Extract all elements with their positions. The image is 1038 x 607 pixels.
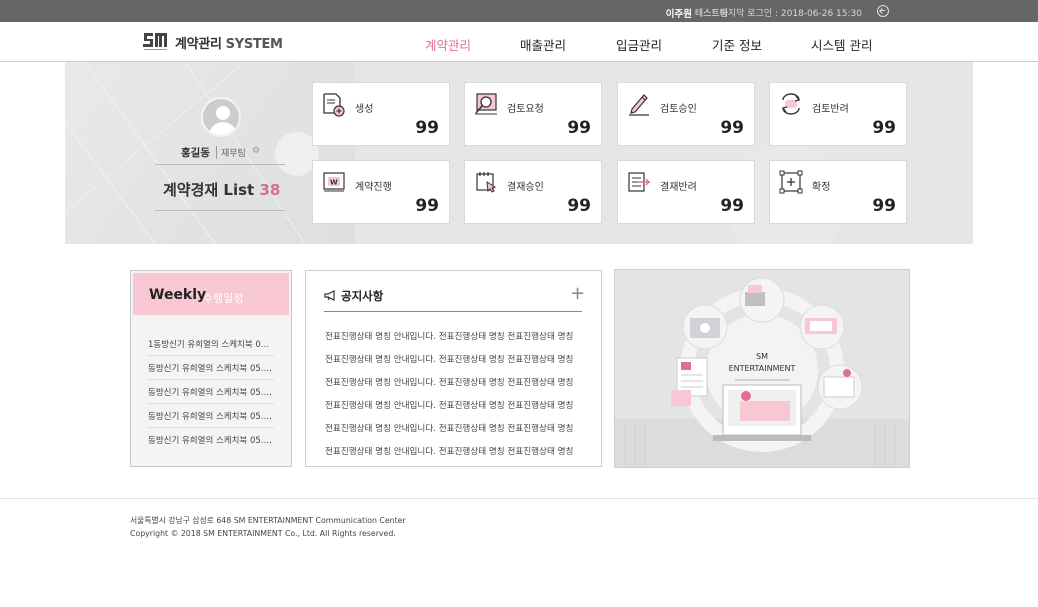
notice-panel: 공지사항 + 전표진행상태 명칭 안내입니다. 전표진행상태 명칭 전표진행상태… xyxy=(305,270,602,467)
card-label: 계약진행 xyxy=(355,182,392,193)
contract-list-title[interactable]: 계약경재 List 38 xyxy=(163,179,280,200)
top-bar: 이주원 테스트팀 마지막 로그인 : 2018-06-26 15:30 xyxy=(0,0,1038,22)
card-contract-progress[interactable]: W 계약진행 99 xyxy=(312,160,450,224)
card-create[interactable]: 생성 99 xyxy=(312,82,450,146)
list-return-icon xyxy=(628,172,651,192)
card-label: 생성 xyxy=(355,104,374,115)
card-count: 99 xyxy=(415,118,439,138)
card-count: 99 xyxy=(415,196,439,216)
notice-item[interactable]: 전표진행상태 명칭 안내입니다. 전표진행상태 명칭 전표진행상태 명칭 xyxy=(325,399,583,411)
avatar[interactable] xyxy=(201,97,241,137)
notice-item[interactable]: 전표진행상태 명칭 안내입니다. 전표진행상태 명칭 전표진행상태 명칭 xyxy=(325,445,583,457)
list-item[interactable]: 동방신기 유희열의 스케치북 05.14 xyxy=(148,386,274,404)
card-review-request[interactable]: 검토요청 99 xyxy=(464,82,602,146)
card-review-reject[interactable]: 검토반려 99 xyxy=(769,82,907,146)
notice-item[interactable]: 전표진행상태 명칭 안내입니다. 전표진행상태 명칭 전표진행상태 명칭 xyxy=(325,353,583,365)
weekly-header[interactable]: Weekly 수행일정 xyxy=(133,273,289,315)
nav-contract[interactable]: 계약관리 xyxy=(425,35,471,54)
nav-system[interactable]: 시스템 관리 xyxy=(811,35,872,54)
search-document-icon xyxy=(475,93,497,115)
card-review-approve[interactable]: 검토승인 99 xyxy=(617,82,755,146)
pen-approve-icon xyxy=(629,94,649,116)
card-count: 99 xyxy=(872,118,896,138)
card-label: 결재반려 xyxy=(660,182,697,193)
card-payment-reject[interactable]: 결재반려 99 xyxy=(617,160,755,224)
sm-illustration: SM ENTERTAINMENT xyxy=(615,270,909,467)
brand-line2: ENTERTAINMENT xyxy=(729,364,796,373)
last-login: 마지막 로그인 : 2018-06-26 15:30 xyxy=(719,9,862,19)
logo-title[interactable]: 계약관리 SYSTEM xyxy=(175,33,283,52)
avatar-body xyxy=(209,122,237,135)
divider xyxy=(155,210,285,211)
list-item[interactable]: 동방신기 유희열의 스케치북 05.14 xyxy=(148,434,274,451)
card-confirm[interactable]: 확정 99 xyxy=(769,160,907,224)
card-payment-approve[interactable]: 결재승인 99 xyxy=(464,160,602,224)
footer-divider xyxy=(0,498,1038,499)
nav-deposit[interactable]: 입금관리 xyxy=(616,35,662,54)
notice-item[interactable]: 전표진행상태 명칭 안내입니다. 전표진행상태 명칭 전표진행상태 명칭 xyxy=(325,330,583,342)
notice-item[interactable]: 전표진행상태 명칭 안내입니다. 전표진행상태 명칭 전표진행상태 명칭 xyxy=(325,376,583,388)
logout-icon[interactable] xyxy=(877,5,889,17)
card-label: 확정 xyxy=(812,182,831,193)
weekly-panel: Weekly 수행일정 1동방신기 유희열의 스케치북 05.14 동방신기 유… xyxy=(130,270,292,467)
footer-address: 서울특별시 강남구 삼성로 648 SM ENTERTAINMENT Commu… xyxy=(130,516,406,525)
notice-title: 공지사항 xyxy=(341,289,384,303)
user-name: 이주원 xyxy=(665,9,692,20)
header: 계약관리 SYSTEM 계약관리 매출관리 입금관리 기준 정보 시스템 관리 xyxy=(0,22,1038,62)
list-item[interactable]: 동방신기 유희열의 스케치북 05.14 xyxy=(148,410,274,428)
gear-icon[interactable]: ⚙ xyxy=(252,146,260,156)
card-label: 결재승인 xyxy=(507,182,544,193)
more-plus-icon[interactable]: + xyxy=(570,283,585,304)
card-count: 99 xyxy=(567,118,591,138)
logo-system-text: SYSTEM xyxy=(225,37,283,52)
profile-dept: 재무팀 xyxy=(216,146,246,159)
card-label: 검토승인 xyxy=(660,104,697,115)
nav-sales[interactable]: 매출관리 xyxy=(520,35,566,54)
divider xyxy=(324,311,582,312)
card-label: 검토요청 xyxy=(507,104,544,115)
contract-list-label: 계약경재 List xyxy=(163,181,255,199)
calendar-approve-icon xyxy=(476,172,497,193)
card-count: 99 xyxy=(567,196,591,216)
contract-list-count: 38 xyxy=(259,181,281,199)
logo-text: 계약관리 xyxy=(175,37,222,52)
card-count: 99 xyxy=(872,196,896,216)
footer-copyright: Copyright © 2018 SM ENTERTAINMENT Co., L… xyxy=(130,529,396,538)
weekly-subtitle: 수행일정 xyxy=(203,292,244,305)
sm-logo-icon[interactable] xyxy=(140,30,170,54)
card-label: 검토반려 xyxy=(812,104,849,115)
confirm-frame-icon xyxy=(779,170,803,194)
brand-line1: SM xyxy=(756,352,768,361)
profile-name: 홍길동 xyxy=(181,147,210,159)
progress-window-icon: W xyxy=(323,172,345,192)
document-add-icon xyxy=(323,93,345,117)
list-item[interactable]: 동방신기 유희열의 스케치북 05.14 xyxy=(148,362,274,380)
weekly-title: Weekly xyxy=(149,287,207,303)
svg-text:W: W xyxy=(330,179,338,187)
return-arrows-icon xyxy=(781,93,801,115)
list-item[interactable]: 1동방신기 유희열의 스케치북 05.14 xyxy=(148,338,274,356)
nav-standard-info[interactable]: 기준 정보 xyxy=(712,35,762,54)
megaphone-icon xyxy=(324,290,335,301)
illustration-panel: SM ENTERTAINMENT xyxy=(614,269,910,468)
card-count: 99 xyxy=(720,196,744,216)
notice-item[interactable]: 전표진행상태 명칭 안내입니다. 전표진행상태 명칭 전표진행상태 명칭 xyxy=(325,422,583,434)
divider xyxy=(155,164,285,165)
avatar-head xyxy=(216,106,230,120)
card-count: 99 xyxy=(720,118,744,138)
